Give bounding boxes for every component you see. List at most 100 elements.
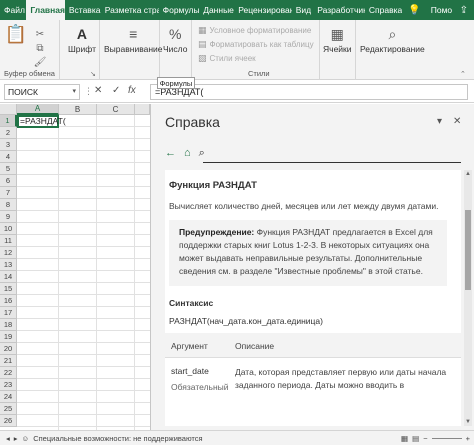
table-row[interactable] [17, 175, 150, 187]
table-row[interactable] [17, 403, 150, 415]
table-row[interactable] [17, 127, 150, 139]
table-row[interactable] [17, 343, 150, 355]
number-button[interactable]: % Число [163, 24, 187, 54]
tab-review[interactable]: Рецензирован [234, 0, 291, 20]
name-box[interactable]: ПОИСК ▾ [4, 84, 80, 100]
row-header[interactable]: 6 [0, 175, 17, 187]
row-header[interactable]: 17 [0, 307, 17, 319]
lightbulb-icon[interactable]: 💡 [402, 0, 426, 20]
tab-help[interactable]: Справка [365, 0, 402, 20]
row-header[interactable]: 24 [0, 391, 17, 403]
row-header[interactable]: 13 [0, 259, 17, 271]
table-row[interactable] [17, 415, 150, 427]
row-header[interactable]: 10 [0, 223, 17, 235]
row-header[interactable]: 22 [0, 367, 17, 379]
row-header[interactable]: 3 [0, 139, 17, 151]
tab-page-layout[interactable]: Разметка стра [101, 0, 159, 20]
close-icon[interactable]: ✕ [453, 116, 461, 127]
format-table-button[interactable]: ▤ Форматировать как таблицу [198, 39, 314, 50]
table-row[interactable] [17, 259, 150, 271]
table-row[interactable] [17, 187, 150, 199]
table-row[interactable] [17, 283, 150, 295]
table-row[interactable] [17, 211, 150, 223]
row-header[interactable]: 9 [0, 211, 17, 223]
tab-tell-me[interactable]: Помо [427, 0, 454, 20]
table-row[interactable] [17, 319, 150, 331]
back-arrow-icon[interactable]: ← [165, 147, 176, 159]
table-row[interactable] [17, 163, 150, 175]
row-header[interactable]: 15 [0, 283, 17, 295]
ribbon-collapse-icon[interactable]: ⌃ [460, 70, 466, 78]
row-header[interactable]: 8 [0, 199, 17, 211]
cancel-icon[interactable]: ✕ [94, 85, 102, 96]
cells-button[interactable]: ▦ Ячейки [323, 24, 352, 55]
tab-file[interactable]: Файл [0, 0, 26, 20]
accessibility-icon[interactable]: ☺ [22, 434, 30, 443]
table-row[interactable] [17, 295, 150, 307]
zoom-in-icon[interactable]: + [466, 434, 470, 443]
table-row[interactable] [17, 307, 150, 319]
row-header[interactable]: 4 [0, 151, 17, 163]
column-header-a[interactable]: A [17, 104, 59, 115]
row-header[interactable]: 1 [0, 115, 17, 127]
pane-options-icon[interactable]: ▾ [437, 116, 442, 127]
tab-formulas[interactable]: Формулы [159, 0, 200, 20]
tab-home[interactable]: Главная [26, 0, 65, 20]
insert-function-icon[interactable]: fx [128, 85, 136, 96]
row-header[interactable]: 21 [0, 355, 17, 367]
cond-format-button[interactable]: ▦ Условное форматирование [198, 25, 311, 36]
row-header[interactable]: 11 [0, 235, 17, 247]
share-icon[interactable]: ⇪ [454, 0, 474, 20]
select-all-corner[interactable] [0, 104, 17, 115]
tab-data[interactable]: Данные [199, 0, 234, 20]
page-layout-icon[interactable]: ▤ [412, 434, 419, 443]
next-sheet-icon[interactable]: ▸ [14, 434, 18, 443]
row-header[interactable]: 2 [0, 127, 17, 139]
tab-view[interactable]: Вид [292, 0, 314, 20]
normal-view-icon[interactable]: ▦ [401, 434, 408, 443]
accessibility-status[interactable]: Специальные возможности: не поддерживают… [33, 434, 202, 443]
zoom-slider[interactable] [431, 437, 462, 439]
table-row[interactable] [17, 247, 150, 259]
zoom-out-icon[interactable]: − [423, 434, 427, 443]
table-row[interactable] [17, 151, 150, 163]
row-header[interactable]: 19 [0, 331, 17, 343]
font-button[interactable]: A Шрифт [68, 24, 96, 54]
worksheet-grid[interactable]: A B C 1 2 3 4 5 6 7 8 9 10 11 12 13 14 15 16 17 18 19 20 21 2… [0, 104, 150, 430]
row-header[interactable]: 23 [0, 379, 17, 391]
tab-insert[interactable]: Вставка [65, 0, 101, 20]
table-row[interactable] [17, 391, 150, 403]
row-header[interactable]: 18 [0, 319, 17, 331]
active-cell-a1[interactable]: =РАЗНДАТ( [17, 115, 66, 128]
table-row[interactable] [17, 223, 150, 235]
alignment-button[interactable]: ≡ Выравнивание [104, 24, 163, 54]
editing-button[interactable]: ⌕ Редактирование [360, 24, 425, 55]
row-header[interactable]: 12 [0, 247, 17, 259]
table-row[interactable] [17, 235, 150, 247]
table-row[interactable] [17, 199, 150, 211]
table-row[interactable] [17, 271, 150, 283]
table-row[interactable] [17, 331, 150, 343]
chevron-down-icon[interactable]: ▾ [72, 87, 76, 95]
scroll-down-icon[interactable]: ▼ [464, 418, 472, 426]
home-icon[interactable]: ⌂ [184, 147, 191, 159]
column-header-partial[interactable] [135, 104, 150, 115]
row-header[interactable]: 25 [0, 403, 17, 415]
row-header[interactable]: 26 [0, 415, 17, 427]
scroll-up-icon[interactable]: ▲ [464, 170, 472, 178]
table-row[interactable] [17, 379, 150, 391]
tab-developer[interactable]: Разработчик [313, 0, 365, 20]
table-row[interactable] [17, 355, 150, 367]
scrollbar-thumb[interactable] [465, 210, 471, 290]
column-header-b[interactable]: B [59, 104, 97, 115]
row-header[interactable]: 7 [0, 187, 17, 199]
row-header[interactable]: 5 [0, 163, 17, 175]
row-header[interactable]: 16 [0, 295, 17, 307]
help-search-input[interactable] [203, 162, 461, 163]
table-row[interactable] [17, 367, 150, 379]
table-row[interactable] [17, 139, 150, 151]
paste-button[interactable]: 📋 [5, 24, 27, 44]
row-header[interactable]: 20 [0, 343, 17, 355]
search-icon[interactable]: ⌕ [199, 147, 205, 160]
help-scrollbar[interactable]: ▲ ▼ [464, 170, 472, 426]
